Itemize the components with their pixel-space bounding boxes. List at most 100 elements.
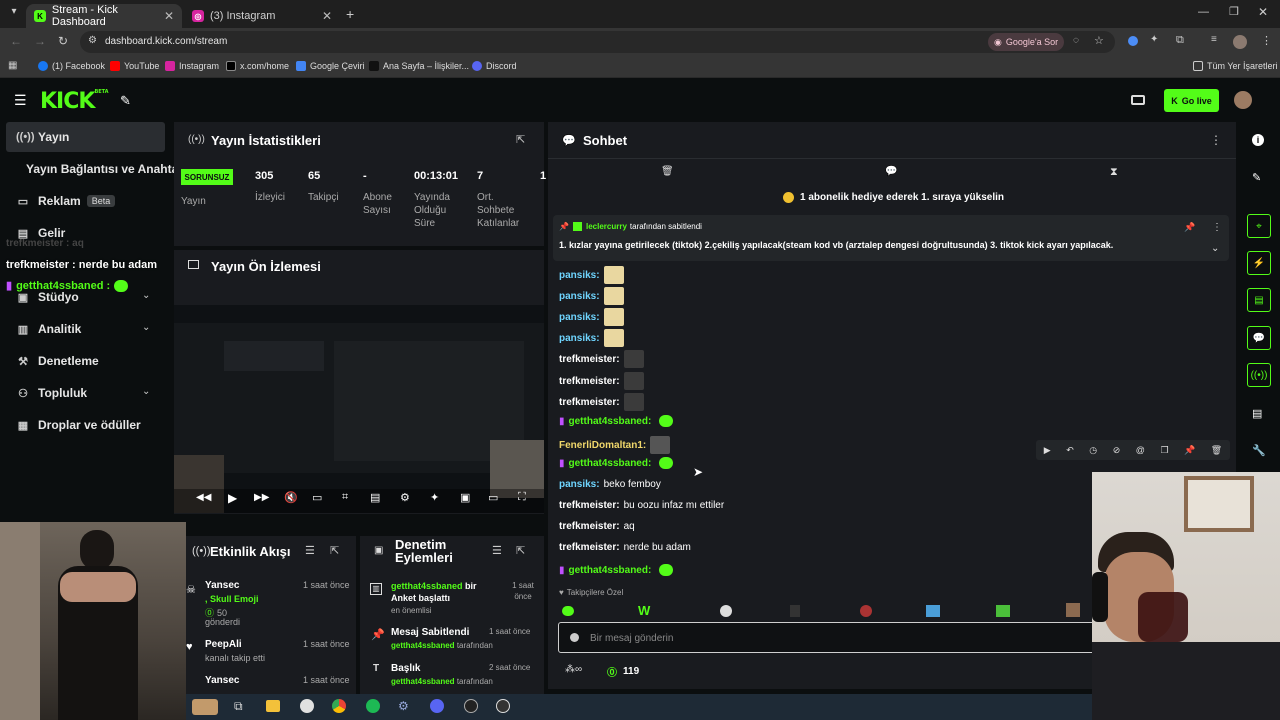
- chat-username[interactable]: pansiks:: [559, 291, 600, 302]
- apps-grid-icon[interactable]: ▦: [8, 60, 17, 71]
- chat-username[interactable]: pansiks:: [559, 270, 600, 281]
- emote-picker-icon[interactable]: [570, 633, 579, 642]
- bookmark-star-icon[interactable]: ☆: [1094, 34, 1104, 47]
- chat-message[interactable]: pansiks:: [559, 287, 624, 305]
- extension-icon[interactable]: ✦: [1150, 34, 1158, 45]
- chat-message[interactable]: trefkmeister:: [559, 372, 644, 390]
- chat-message[interactable]: trefkmeister: bu oozu infaz mı ettiler: [559, 500, 724, 511]
- edit-icon[interactable]: ✎: [1252, 171, 1261, 184]
- extension-icon[interactable]: [1128, 36, 1138, 46]
- pin-tool-icon[interactable]: ✎: [120, 93, 131, 109]
- crop-icon[interactable]: ⌗: [342, 491, 348, 504]
- google-ask-button[interactable]: ◉ Google'a Sor: [988, 33, 1065, 51]
- undo-icon[interactable]: ↶: [1066, 445, 1074, 456]
- chat-username[interactable]: pansiks:: [559, 479, 600, 490]
- sidebar-item-analitik[interactable]: ▥ Analitik: [16, 322, 82, 336]
- chat-message[interactable]: pansiks:: [559, 308, 624, 326]
- all-bookmarks[interactable]: Tüm Yer İşaretleri: [1193, 61, 1278, 71]
- hourglass-icon[interactable]: ⧗: [1110, 166, 1118, 179]
- forward-icon[interactable]: →: [34, 34, 46, 48]
- tab-kick-dashboard[interactable]: K Stream - Kick Dashboard ✕: [26, 4, 182, 28]
- file-explorer-icon[interactable]: [266, 700, 280, 712]
- chat-message[interactable]: trefkmeister: nerde bu adam: [559, 542, 691, 553]
- pip-icon[interactable]: ▣: [460, 491, 470, 504]
- fullscreen-icon[interactable]: ⛶: [518, 491, 526, 504]
- chat-message[interactable]: trefkmeister: aq: [559, 521, 635, 532]
- sidebar-item-yayin-baglantisi[interactable]: Yayın Bağlantısı ve Anahtarı: [26, 162, 186, 176]
- channel-points[interactable]: ⓪ 119: [607, 664, 639, 679]
- site-info-icon[interactable]: ⚙: [88, 35, 97, 46]
- wrench-icon[interactable]: 🔧: [1252, 444, 1266, 457]
- task-view-icon[interactable]: ⧉: [234, 699, 243, 714]
- app-icon[interactable]: [300, 699, 314, 713]
- activity-user[interactable]: PeepAli: [205, 639, 242, 650]
- sidebar-item-denetleme[interactable]: ⚒ Denetleme: [16, 354, 99, 368]
- bookmark-facebook[interactable]: (1) Facebook: [38, 61, 105, 71]
- play-icon[interactable]: ▶: [1044, 445, 1051, 456]
- sidebar-item-yayin[interactable]: ((•)) Yayın: [16, 130, 69, 144]
- close-window-icon[interactable]: ✕: [1258, 5, 1268, 19]
- popout-icon[interactable]: ⇱: [516, 133, 525, 146]
- emote-icon[interactable]: [1066, 603, 1080, 617]
- filter-icon[interactable]: ☰: [305, 544, 315, 557]
- close-tab-icon[interactable]: ✕: [322, 9, 332, 23]
- discord-icon[interactable]: [430, 699, 444, 713]
- settings-icon[interactable]: ⚙: [398, 699, 409, 713]
- layout-icon[interactable]: ▤: [1252, 407, 1262, 420]
- delete-icon[interactable]: 🗑: [1211, 445, 1222, 456]
- flash-icon[interactable]: ⚡: [1247, 251, 1271, 275]
- emote-icon[interactable]: [926, 605, 940, 617]
- url-field[interactable]: ⚙ dashboard.kick.com/stream ◉ Google'a S…: [80, 31, 1115, 53]
- play-icon[interactable]: ▶: [228, 491, 237, 505]
- preview-video[interactable]: ◀◀ ▶ ▶▶ 🔇 ▭ ⌗ ▤ ⚙ ✦ ▣ ▭ ⛶: [174, 305, 544, 513]
- chat-message[interactable]: trefkmeister:: [559, 350, 644, 368]
- reload-icon[interactable]: ↻: [58, 34, 68, 48]
- broadcast-icon[interactable]: ((•)): [1247, 363, 1271, 387]
- chevron-down-icon[interactable]: ⌄: [142, 290, 150, 301]
- ban-icon[interactable]: ⊘: [1113, 445, 1121, 456]
- moderation-user[interactable]: getthat4ssbaned: [391, 581, 463, 591]
- studio-view-icon[interactable]: [1131, 95, 1145, 105]
- chat-username[interactable]: getthat4ssbaned:: [569, 416, 652, 427]
- spotify-icon[interactable]: [366, 699, 380, 713]
- chat-message[interactable]: ▮ getthat4ssbaned:: [559, 564, 674, 576]
- sidebar-item-topluluk[interactable]: ⚇ Topluluk: [16, 386, 87, 400]
- chat-menu-icon[interactable]: ⋮: [1210, 133, 1222, 147]
- chat-username[interactable]: trefkmeister:: [559, 397, 620, 408]
- chat-username[interactable]: getthat4ssbaned:: [569, 458, 652, 469]
- document-icon[interactable]: ▤: [1247, 288, 1271, 312]
- forward-icon[interactable]: ▶▶: [254, 492, 269, 503]
- chat-input[interactable]: Bir mesaj gönderin: [558, 622, 1098, 653]
- popout-icon[interactable]: ⇱: [516, 544, 525, 557]
- chevron-down-icon[interactable]: ⌄: [1211, 243, 1219, 254]
- emote-icon[interactable]: [720, 605, 732, 617]
- chat-username[interactable]: getthat4ssbaned:: [569, 565, 652, 576]
- extensions-puzzle-icon[interactable]: ⧉: [1176, 34, 1184, 47]
- chat-username[interactable]: FenerliDomaltan1:: [559, 440, 646, 451]
- pinned-menu-icon[interactable]: ⋮: [1212, 222, 1222, 233]
- info-icon[interactable]: i: [1252, 134, 1264, 146]
- chat-username[interactable]: trefkmeister:: [559, 376, 620, 387]
- emote-icon[interactable]: [790, 605, 800, 617]
- obs-icon[interactable]: [464, 699, 478, 713]
- scan-icon[interactable]: ⌖: [1247, 214, 1271, 238]
- emote-icon[interactable]: [996, 605, 1010, 617]
- chat-message[interactable]: ▮ getthat4ssbaned:: [559, 457, 674, 469]
- new-tab-button[interactable]: +: [346, 6, 354, 22]
- back-icon[interactable]: ←: [10, 34, 22, 48]
- bookmark-x[interactable]: x.com/home: [226, 61, 289, 71]
- browser-menu-icon[interactable]: ⋮: [1261, 34, 1272, 47]
- sidebar-item-studyo[interactable]: ▣ Stüdyo: [16, 290, 79, 304]
- profile-avatar[interactable]: [1233, 35, 1247, 49]
- copy-icon[interactable]: ❐: [1160, 445, 1168, 456]
- chat-message[interactable]: trefkmeister:: [559, 393, 644, 411]
- tab-instagram[interactable]: ◎ (3) Instagram ✕: [184, 4, 340, 28]
- sub-gift-banner[interactable]: 1 abonelik hediye ederek 1. sıraya yükse…: [783, 192, 1004, 203]
- mention-icon[interactable]: @: [1136, 445, 1145, 455]
- chat-message[interactable]: ▮ getthat4ssbaned:: [559, 415, 674, 427]
- trash-icon[interactable]: 🗑: [661, 166, 674, 177]
- sparkle-icon[interactable]: ✦: [430, 491, 439, 504]
- camera-icon[interactable]: ▭: [312, 491, 322, 504]
- filter-icon[interactable]: ☰: [492, 544, 502, 557]
- chevron-down-icon[interactable]: ⌄: [142, 386, 150, 397]
